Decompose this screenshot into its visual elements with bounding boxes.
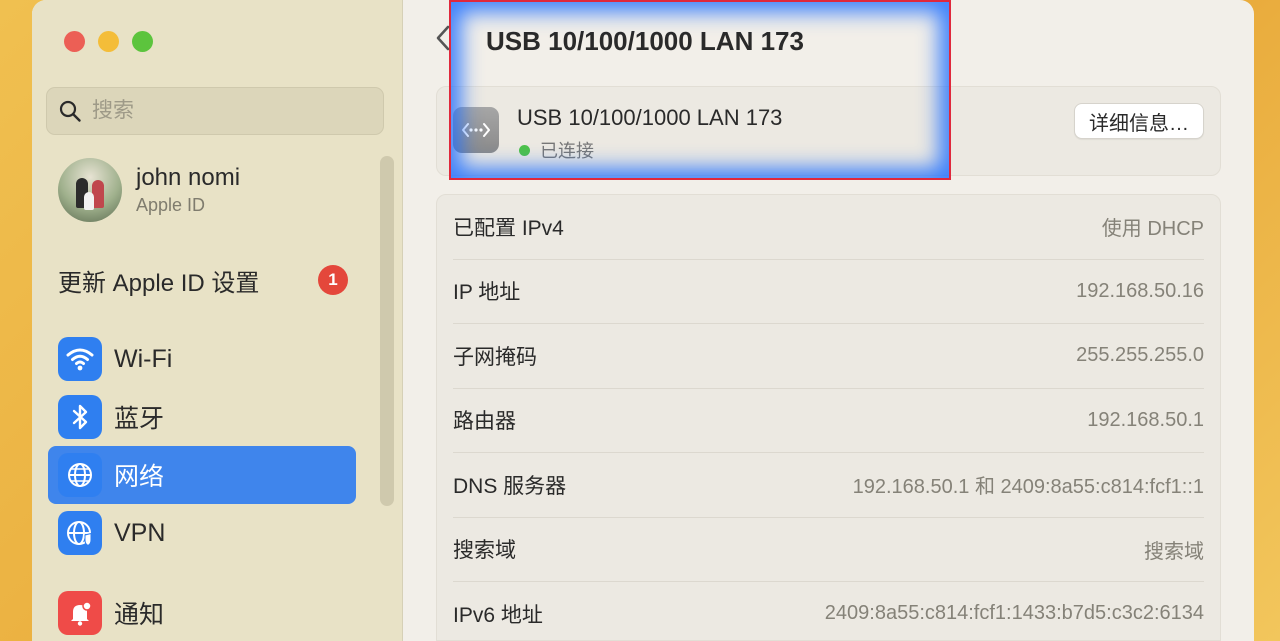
vpn-globe-icon <box>58 511 102 555</box>
sidebar-item-label: 网络 <box>114 463 165 491</box>
window-controls <box>64 31 153 52</box>
wifi-icon <box>58 337 102 381</box>
update-apple-id-label: 更新 Apple ID 设置 <box>58 269 260 297</box>
info-value: 192.168.50.1 和 2409:8a55:c814:fcf1::1 <box>852 476 1204 499</box>
sidebar: john nomi Apple ID 更新 Apple ID 设置 1 Wi-F… <box>32 0 403 641</box>
sidebar-item-label: 通知 <box>114 601 165 629</box>
info-value: 搜索域 <box>1144 540 1204 563</box>
ethernet-icon <box>453 107 499 153</box>
device-name: USB 10/100/1000 LAN 173 <box>517 105 783 130</box>
sidebar-item-bluetooth[interactable]: 蓝牙 <box>48 388 356 446</box>
details-button[interactable]: 详细信息… <box>1074 103 1204 139</box>
search-icon <box>58 99 82 123</box>
info-row-dns: DNS 服务器 192.168.50.1 和 2409:8a55:c814:fc… <box>453 453 1204 518</box>
system-settings-window: john nomi Apple ID 更新 Apple ID 设置 1 Wi-F… <box>32 0 1254 641</box>
sidebar-item-label: VPN <box>114 518 166 547</box>
info-row-router: 路由器 192.168.50.1 <box>453 389 1204 453</box>
status-text: 已连接 <box>540 141 594 161</box>
info-row-search-domain: 搜索域 搜索域 <box>453 518 1204 582</box>
sidebar-item-network[interactable]: 网络 <box>48 446 356 504</box>
info-key: 路由器 <box>453 410 516 434</box>
account-subtitle: Apple ID <box>136 195 206 215</box>
bell-icon <box>58 591 102 635</box>
device-card: USB 10/100/1000 LAN 173 已连接 详细信息… <box>436 86 1221 176</box>
back-button[interactable] <box>434 24 464 56</box>
globe-icon <box>58 453 102 497</box>
sidebar-item-label: Wi-Fi <box>114 344 173 373</box>
sidebar-item-notifications[interactable]: 通知 <box>48 584 356 641</box>
minimize-button[interactable] <box>98 31 119 52</box>
notification-badge: 1 <box>318 265 348 295</box>
search-input[interactable] <box>90 98 354 124</box>
sidebar-item-wifi[interactable]: Wi-Fi <box>48 330 356 388</box>
page-title: USB 10/100/1000 LAN 173 <box>486 26 804 56</box>
avatar <box>58 158 122 222</box>
bluetooth-icon <box>58 395 102 439</box>
apple-id-account[interactable]: john nomi Apple ID <box>58 158 240 222</box>
info-row-ipv6-address: IPv6 地址 2409:8a55:c814:fcf1:1433:b7d5:c3… <box>453 582 1204 641</box>
info-value: 192.168.50.1 <box>1087 408 1204 431</box>
update-apple-id-row[interactable]: 更新 Apple ID 设置 1 <box>58 262 348 298</box>
info-key: 已配置 IPv4 <box>453 216 564 240</box>
info-key: DNS 服务器 <box>453 474 567 498</box>
info-value: 255.255.255.0 <box>1076 344 1204 367</box>
chevron-left-icon <box>434 24 452 57</box>
status-dot <box>519 144 530 156</box>
info-row-ipv4-config: 已配置 IPv4 使用 DHCP <box>453 195 1204 260</box>
info-value: 192.168.50.16 <box>1076 279 1204 302</box>
sidebar-nav: Wi-Fi 蓝牙 网络 VPN 通知 <box>48 330 356 641</box>
info-key: 搜索域 <box>453 539 516 563</box>
close-button[interactable] <box>64 31 85 52</box>
info-row-ip-address: IP 地址 192.168.50.16 <box>453 260 1204 324</box>
search-field[interactable] <box>46 87 384 135</box>
sidebar-scrollbar[interactable] <box>380 156 394 506</box>
info-key: IPv6 地址 <box>453 603 543 627</box>
sidebar-item-vpn[interactable]: VPN <box>48 504 356 562</box>
connection-status: 已连接 <box>519 137 594 163</box>
sidebar-item-label: 蓝牙 <box>114 405 165 433</box>
info-value: 使用 DHCP <box>1101 218 1204 241</box>
network-info-card: 已配置 IPv4 使用 DHCP IP 地址 192.168.50.16 子网掩… <box>436 194 1221 641</box>
info-row-subnet-mask: 子网掩码 255.255.255.0 <box>453 324 1204 389</box>
info-key: IP 地址 <box>453 281 521 305</box>
zoom-button[interactable] <box>132 31 153 52</box>
info-value: 2409:8a55:c814:fcf1:1433:b7d5:c3c2:6134 <box>824 602 1204 625</box>
account-name: john nomi <box>136 164 241 191</box>
info-key: 子网掩码 <box>453 345 537 369</box>
main-content: USB 10/100/1000 LAN 173 USB 10/100/1000 … <box>402 0 1254 641</box>
